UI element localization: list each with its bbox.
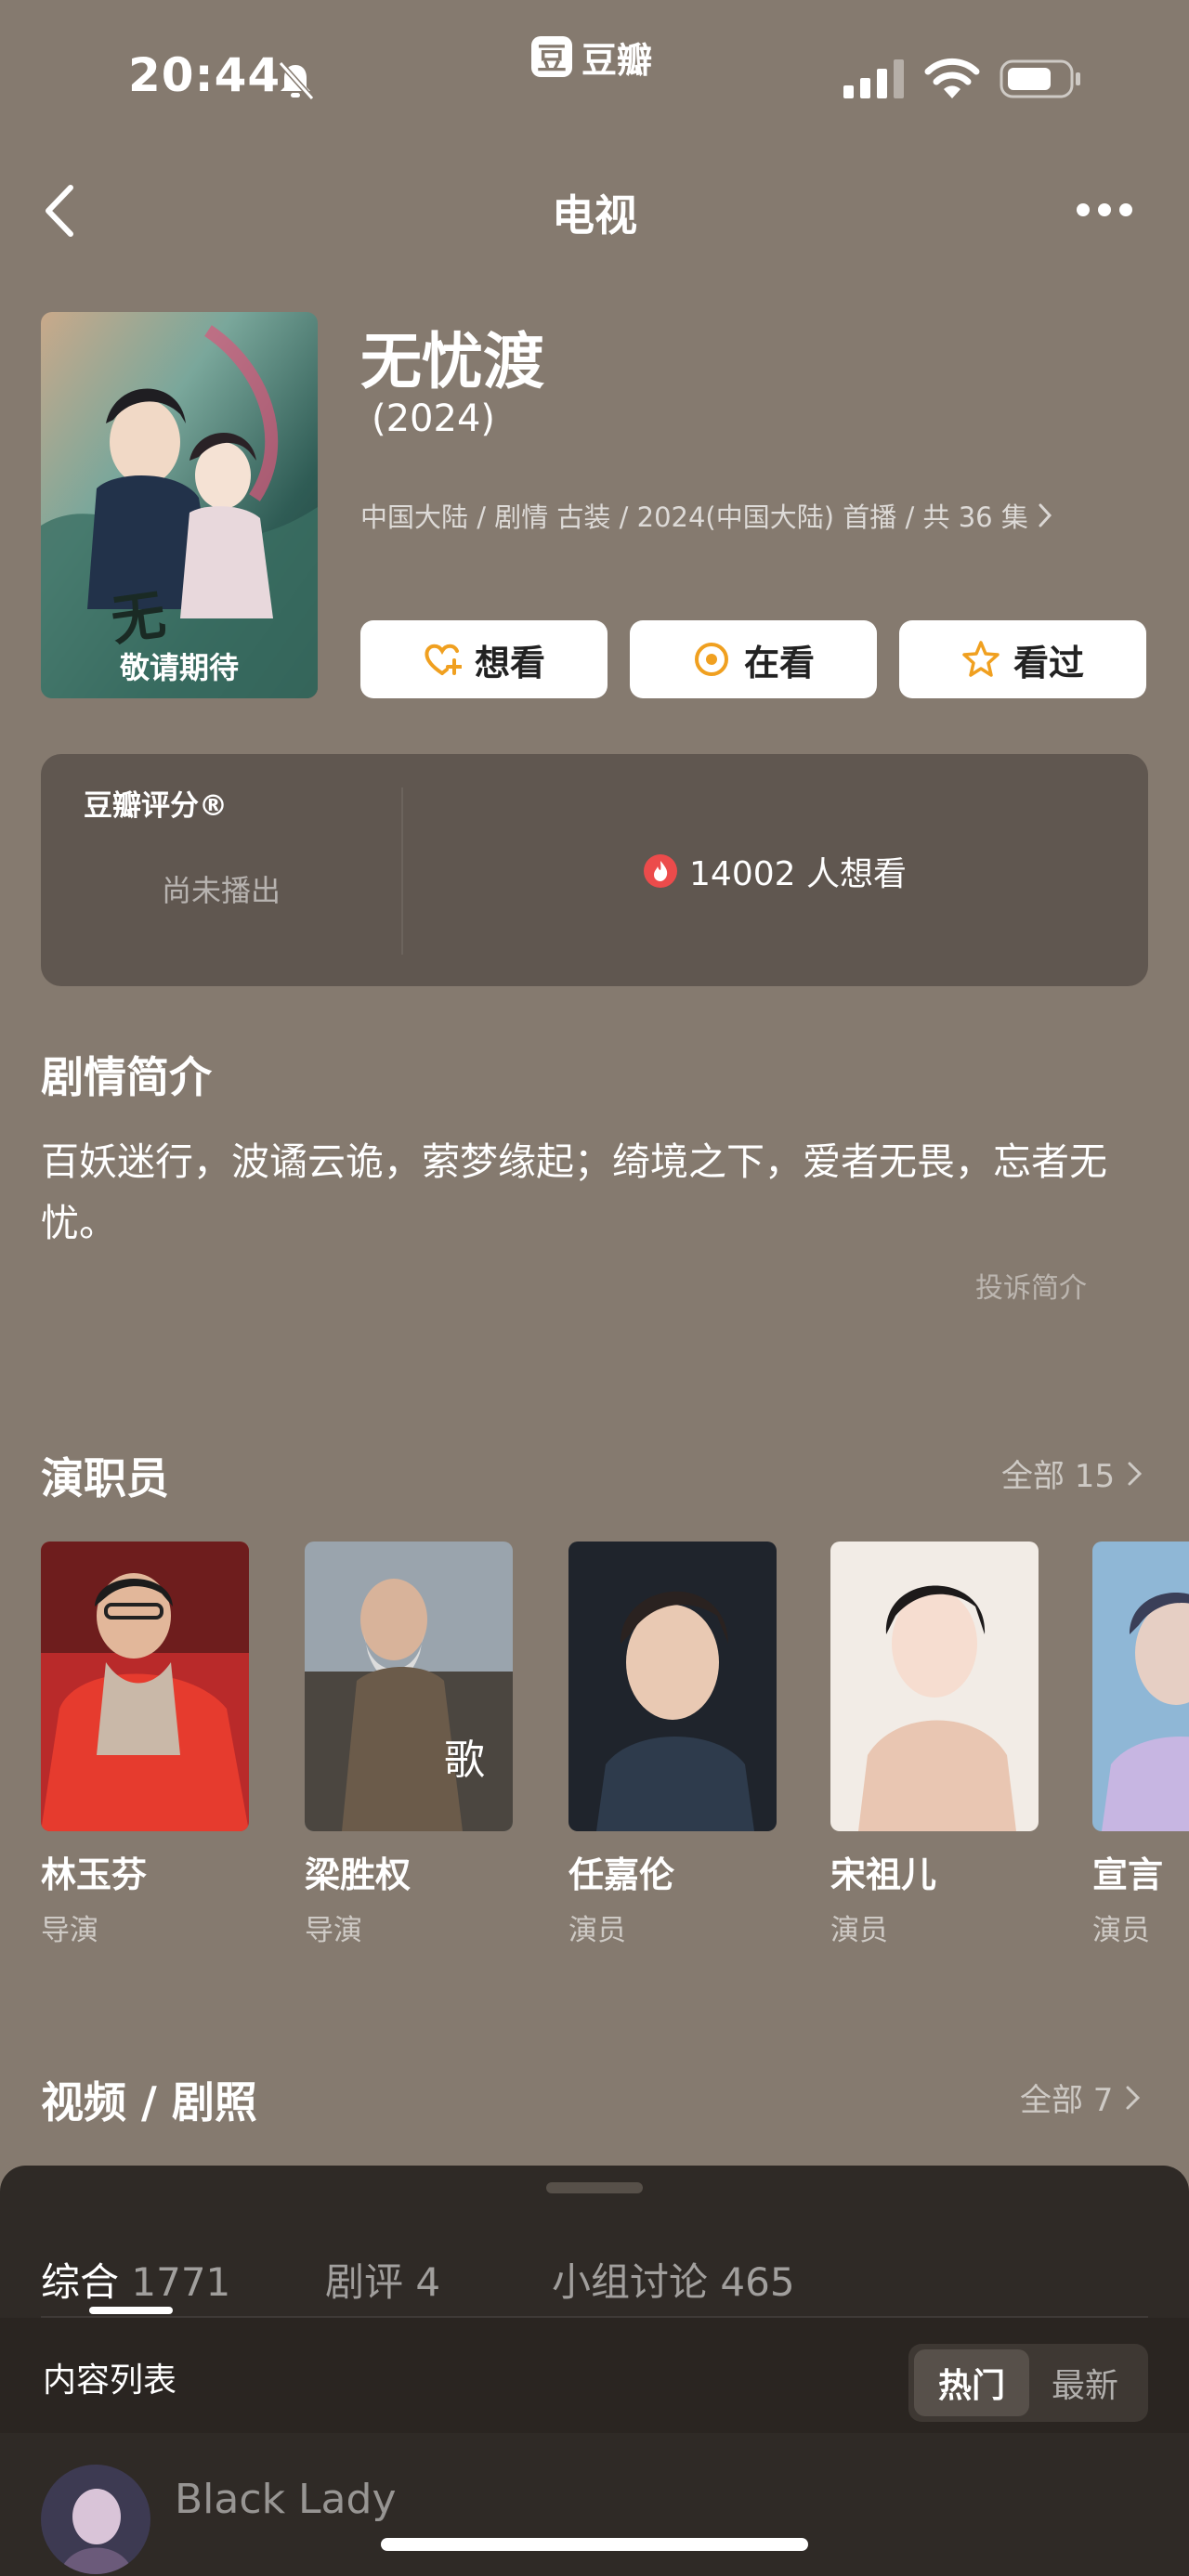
want-to-watch-button[interactable]: 想看 bbox=[360, 620, 608, 698]
app-name: 豆瓣 bbox=[581, 39, 653, 81]
rating-card: 豆瓣评分® 尚未播出 14002 人想看 bbox=[41, 754, 1148, 986]
report-synopsis-link[interactable]: 投诉简介 bbox=[975, 1265, 1087, 1306]
cast-photo bbox=[568, 1542, 777, 1831]
cellular-signal-icon bbox=[843, 59, 904, 98]
watched-button[interactable]: 看过 bbox=[899, 620, 1146, 698]
wishlist-count[interactable]: 14002 人想看 bbox=[401, 847, 1148, 895]
show-meta[interactable]: 中国大陆 / 剧情 古装 / 2024(中国大陆) 首播 / 共 36 集 bbox=[360, 496, 1052, 535]
show-meta-text: 中国大陆 / 剧情 古装 / 2024(中国大陆) 首播 / 共 36 集 bbox=[360, 501, 1028, 533]
cast-card[interactable]: 任嘉伦 演员 bbox=[568, 1542, 777, 1948]
cast-title: 演职员 bbox=[41, 1453, 169, 1503]
heart-plus-icon bbox=[425, 644, 462, 675]
page-title: 电视 bbox=[552, 190, 637, 241]
tab-label: 综合 bbox=[41, 2259, 120, 2305]
media-all-link[interactable]: 全部 7 bbox=[1020, 2075, 1143, 2120]
rating-label: 豆瓣评分® bbox=[84, 789, 228, 823]
media-all-label: 全部 7 bbox=[1020, 2082, 1114, 2119]
avatar[interactable] bbox=[41, 2465, 150, 2574]
circle-dot-icon bbox=[694, 643, 728, 676]
cast-photo bbox=[41, 1542, 249, 1831]
cast-role: 演员 bbox=[1092, 1914, 1150, 1947]
cast-photo bbox=[1092, 1542, 1189, 1831]
cast-card[interactable]: 歌 梁胜权 导演 bbox=[305, 1542, 513, 1948]
tab-overview[interactable]: 综合 1771 bbox=[41, 2251, 230, 2308]
app-badge[interactable]: 豆 豆瓣 bbox=[531, 33, 653, 81]
want-to-watch-label: 想看 bbox=[474, 642, 545, 683]
douban-logo-icon: 豆 bbox=[531, 36, 572, 77]
synopsis-title: 剧情简介 bbox=[41, 1052, 212, 1102]
svg-text:歌: 歌 bbox=[444, 1737, 485, 1784]
tab-reviews[interactable]: 剧评 4 bbox=[325, 2251, 440, 2308]
list-title: 内容列表 bbox=[43, 2361, 177, 2400]
sort-hot-button[interactable]: 热门 bbox=[914, 2349, 1029, 2416]
synopsis-text[interactable]: 百妖迷行，波谲云诡，萦梦缘起；绮境之下，爱者无畏，忘者无忧。 bbox=[41, 1131, 1146, 1254]
cast-name: 宣言 bbox=[1092, 1854, 1164, 1895]
tab-label: 小组讨论 bbox=[552, 2259, 709, 2305]
cast-role: 演员 bbox=[830, 1914, 888, 1947]
watching-button[interactable]: 在看 bbox=[630, 620, 877, 698]
wishlist-text: 14002 人想看 bbox=[689, 855, 907, 893]
battery-icon bbox=[1000, 59, 1080, 98]
watched-label: 看过 bbox=[1013, 642, 1084, 683]
bell-muted-icon bbox=[278, 60, 315, 100]
cast-card[interactable]: 林玉芬 导演 bbox=[41, 1542, 249, 1948]
cast-name: 宋祖儿 bbox=[830, 1854, 937, 1895]
cast-all-label: 全部 15 bbox=[1001, 1458, 1116, 1495]
cast-name: 任嘉伦 bbox=[568, 1854, 675, 1895]
tab-count: 465 bbox=[720, 2259, 795, 2305]
status-time: 20:44 bbox=[128, 48, 281, 102]
poster[interactable]: 无 敬请期待 bbox=[41, 312, 318, 698]
cast-role: 导演 bbox=[305, 1914, 362, 1947]
tab-count: 4 bbox=[415, 2259, 441, 2305]
list-item-username[interactable]: Black Lady bbox=[175, 2476, 396, 2523]
sort-toggle[interactable]: 热门 最新 bbox=[908, 2344, 1148, 2422]
cast-photo: 歌 bbox=[305, 1542, 513, 1831]
cast-photo bbox=[830, 1542, 1039, 1831]
star-icon bbox=[962, 641, 1000, 677]
tab-group-discussion[interactable]: 小组讨论 465 bbox=[552, 2251, 795, 2308]
poster-caption: 敬请期待 bbox=[119, 650, 239, 685]
cast-role: 演员 bbox=[568, 1914, 626, 1947]
show-title: 无忧渡 bbox=[360, 326, 544, 397]
tab-label: 剧评 bbox=[325, 2259, 404, 2305]
rating-status: 尚未播出 bbox=[161, 873, 281, 908]
more-icon[interactable] bbox=[1076, 202, 1133, 217]
chevron-right-icon bbox=[1126, 2086, 1141, 2109]
cast-role: 导演 bbox=[41, 1914, 98, 1947]
cast-name: 梁胜权 bbox=[305, 1854, 412, 1895]
home-indicator[interactable] bbox=[381, 2538, 808, 2551]
svg-text:无: 无 bbox=[108, 583, 170, 653]
tab-underline bbox=[89, 2307, 173, 2314]
poster-artwork: 无 bbox=[41, 312, 318, 698]
bottom-sheet[interactable]: 综合 1771 剧评 4 小组讨论 465 内容列表 热门 最新 Black L… bbox=[0, 2166, 1189, 2576]
sheet-handle[interactable] bbox=[546, 2182, 643, 2193]
show-year: (2024) bbox=[372, 397, 496, 440]
sort-new-button[interactable]: 最新 bbox=[1027, 2349, 1143, 2416]
fire-icon bbox=[644, 854, 678, 888]
cast-card[interactable]: 宣言 演员 bbox=[1092, 1542, 1189, 1948]
cast-card[interactable]: 宋祖儿 演员 bbox=[830, 1542, 1039, 1948]
wifi-icon bbox=[924, 58, 980, 98]
chevron-right-icon bbox=[1128, 1462, 1143, 1485]
cast-all-link[interactable]: 全部 15 bbox=[1001, 1451, 1144, 1496]
chevron-right-icon bbox=[1039, 503, 1052, 527]
watching-label: 在看 bbox=[743, 642, 815, 683]
list-header: 内容列表 热门 最新 bbox=[0, 2318, 1189, 2433]
media-title: 视频 / 剧照 bbox=[41, 2077, 257, 2127]
tab-count: 1771 bbox=[131, 2259, 231, 2305]
cast-name: 林玉芬 bbox=[41, 1854, 148, 1895]
